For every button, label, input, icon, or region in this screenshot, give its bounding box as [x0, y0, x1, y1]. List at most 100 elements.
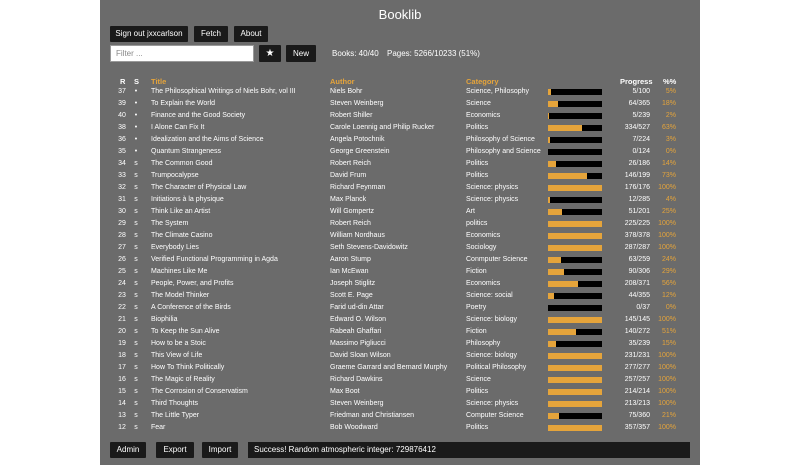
book-row[interactable]: 24 s People, Power, and Profits Joseph Stig… — [100, 278, 700, 290]
book-title[interactable]: To Explain the World — [151, 100, 215, 107]
progress-bar — [548, 137, 602, 143]
book-title[interactable]: Biophilia — [151, 316, 177, 323]
row-status: s — [134, 352, 138, 359]
book-row[interactable]: 23 s The Model Thinker Scott E. Page Science… — [100, 290, 700, 302]
book-title[interactable]: This View of Life — [151, 352, 202, 359]
book-title[interactable]: Quantum Strangeness — [151, 148, 221, 155]
progress-bar — [548, 281, 602, 287]
book-title[interactable]: The Philosophical Writings of Niels Bohr… — [151, 88, 296, 95]
sign-out-button[interactable]: Sign out jxxcarlson — [110, 26, 188, 42]
book-row[interactable]: 15 s The Corrosion of Conservatism Max Boot… — [100, 386, 700, 398]
book-progress: 231/231 — [624, 352, 650, 359]
book-row[interactable]: 16 s The Magic of Reality Richard Dawkins Sc… — [100, 374, 700, 386]
book-title[interactable]: Finance and the Good Society — [151, 112, 245, 119]
book-row[interactable]: 33 s Trumpocalypse David Frum Politics 146/19… — [100, 170, 700, 182]
book-title[interactable]: Initiations à la physique — [151, 196, 224, 203]
about-button[interactable]: About — [234, 26, 268, 42]
book-author: David Sloan Wilson — [330, 352, 391, 359]
book-progress: 44/355 — [628, 292, 650, 299]
book-row[interactable]: 14 s Third Thoughts Steven Weinberg Science:… — [100, 398, 700, 410]
book-row[interactable]: 29 s The System Robert Reich politics 225/225… — [100, 218, 700, 230]
book-title[interactable]: The Corrosion of Conservatism — [151, 388, 248, 395]
fetch-button[interactable]: Fetch — [194, 26, 228, 42]
book-row[interactable]: 19 s How to be a Stoic Massimo Pigliucci Phi… — [100, 338, 700, 350]
book-row[interactable]: 32 s The Character of Physical Law Richard … — [100, 182, 700, 194]
book-title[interactable]: The Character of Physical Law — [151, 184, 246, 191]
book-row[interactable]: 38 • I Alone Can Fix It Carole Loennig and … — [100, 122, 700, 134]
progress-bar — [548, 293, 602, 299]
book-row[interactable]: 35 • Quantum Strangeness George Greenstein P… — [100, 146, 700, 158]
star-button[interactable]: ★ — [259, 45, 281, 62]
book-title[interactable]: Fear — [151, 424, 165, 431]
book-title[interactable]: The Little Typer — [151, 412, 199, 419]
book-row[interactable]: 40 • Finance and the Good Society Robert Sh… — [100, 110, 700, 122]
book-title[interactable]: Machines Like Me — [151, 268, 207, 275]
row-number: 12 — [118, 424, 126, 431]
book-title[interactable]: How to be a Stoic — [151, 340, 206, 347]
book-row[interactable]: 22 s A Conference of the Birds Farid ud-din… — [100, 302, 700, 314]
book-title[interactable]: Third Thoughts — [151, 400, 198, 407]
progress-bar-fill — [548, 245, 602, 251]
book-row[interactable]: 37 • The Philosophical Writings of Niels B… — [100, 86, 700, 98]
book-title[interactable]: I Alone Can Fix It — [151, 124, 204, 131]
book-title[interactable]: A Conference of the Birds — [151, 304, 231, 311]
book-row[interactable]: 12 s Fear Bob Woodward Politics 357/357 100% — [100, 422, 700, 434]
book-percent: 2% — [665, 112, 676, 119]
book-title[interactable]: The Common Good — [151, 160, 212, 167]
header-title[interactable]: Title — [151, 77, 166, 86]
filter-input[interactable] — [110, 45, 254, 62]
book-title[interactable]: Think Like an Artist — [151, 208, 210, 215]
book-row[interactable]: 20 s To Keep the Sun Alive Rabeah Ghaffari F… — [100, 326, 700, 338]
book-title[interactable]: Verified Functional Programming in Agda — [151, 256, 278, 263]
book-row[interactable]: 30 s Think Like an Artist Will Gompertz Art 5… — [100, 206, 700, 218]
book-progress: 35/239 — [628, 340, 650, 347]
row-status: s — [134, 376, 138, 383]
book-title[interactable]: The Climate Casino — [151, 232, 212, 239]
book-row[interactable]: 31 s Initiations à la physique Max Planck Sc… — [100, 194, 700, 206]
book-title[interactable]: People, Power, and Profits — [151, 280, 234, 287]
book-category: Science: biology — [466, 352, 517, 359]
book-row[interactable]: 34 s The Common Good Robert Reich Politics 26… — [100, 158, 700, 170]
admin-button[interactable]: Admin — [110, 442, 146, 458]
book-row[interactable]: 28 s The Climate Casino William Nordhaus Eco… — [100, 230, 700, 242]
book-title[interactable]: The Magic of Reality — [151, 376, 215, 383]
book-row[interactable]: 25 s Machines Like Me Ian McEwan Fiction 90/3… — [100, 266, 700, 278]
import-button[interactable]: Import — [202, 442, 238, 458]
header-r[interactable]: R — [120, 77, 125, 86]
progress-bar — [548, 125, 602, 131]
header-category[interactable]: Category — [466, 77, 499, 86]
book-title[interactable]: Everybody Lies — [151, 244, 199, 251]
book-percent: 12% — [661, 292, 676, 299]
header-progress[interactable]: Progress — [620, 77, 653, 86]
book-row[interactable]: 27 s Everybody Lies Seth Stevens-Davidowitz… — [100, 242, 700, 254]
header-s[interactable]: S — [134, 77, 139, 86]
new-book-button[interactable]: New — [286, 45, 316, 62]
book-title[interactable]: To Keep the Sun Alive — [151, 328, 220, 335]
row-number: 35 — [118, 148, 126, 155]
book-title[interactable]: The System — [151, 220, 188, 227]
book-progress: 214/214 — [624, 388, 650, 395]
progress-bar-fill — [548, 365, 602, 371]
book-title[interactable]: The Model Thinker — [151, 292, 209, 299]
book-row[interactable]: 39 • To Explain the World Steven Weinberg Sc… — [100, 98, 700, 110]
book-row[interactable]: 17 s How To Think Politically Graeme Garrar… — [100, 362, 700, 374]
book-author: Joseph Stiglitz — [330, 280, 376, 287]
book-title[interactable]: How To Think Politically — [151, 364, 224, 371]
book-row[interactable]: 21 s Biophilia Edward O. Wilson Science: bio… — [100, 314, 700, 326]
row-number: 17 — [118, 364, 126, 371]
export-button[interactable]: Export — [156, 442, 194, 458]
progress-bar-fill — [548, 401, 602, 407]
book-row[interactable]: 18 s This View of Life David Sloan Wilson Sc… — [100, 350, 700, 362]
book-row[interactable]: 36 • Idealization and the Aims of Science A… — [100, 134, 700, 146]
row-status: s — [134, 400, 138, 407]
book-title[interactable]: Trumpocalypse — [151, 172, 199, 179]
book-category: Science: physics — [466, 184, 519, 191]
row-number: 31 — [118, 196, 126, 203]
header-percent[interactable]: %% — [663, 77, 676, 86]
book-row[interactable]: 13 s The Little Typer Friedman and Christia… — [100, 410, 700, 422]
book-percent: 100% — [658, 232, 676, 239]
book-progress: 5/239 — [632, 112, 650, 119]
book-row[interactable]: 26 s Verified Functional Programming in Ag… — [100, 254, 700, 266]
book-title[interactable]: Idealization and the Aims of Science — [151, 136, 263, 143]
header-author[interactable]: Author — [330, 77, 355, 86]
